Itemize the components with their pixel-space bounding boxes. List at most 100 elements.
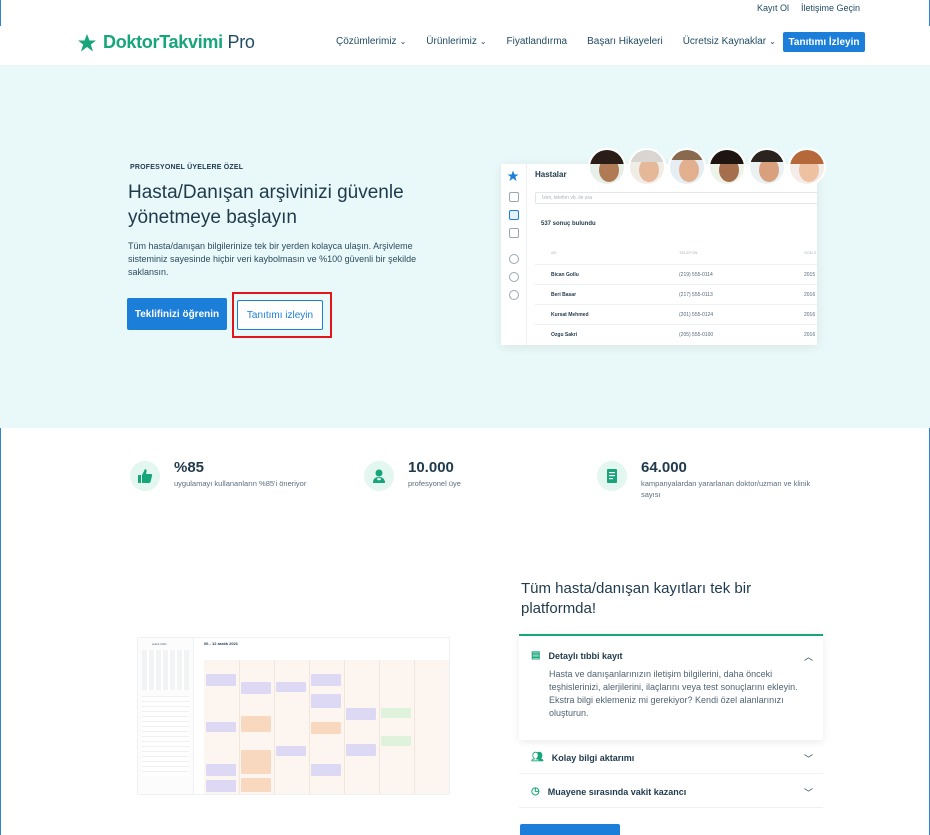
logo-star-icon bbox=[78, 33, 96, 51]
accordion-item-data-transfer[interactable]: 👥︎ Kolay bilgi aktarımı ﹀ bbox=[519, 740, 823, 774]
patient-year: 2015 bbox=[804, 272, 816, 278]
register-link[interactable]: Kayıt Ol bbox=[757, 3, 789, 13]
patient-phone: (219) 555-0114 bbox=[679, 272, 713, 278]
table-row: Kursat Mehmed (201) 555-0124 2016 bbox=[535, 304, 817, 324]
patient-year: 2016 bbox=[804, 292, 816, 298]
hero-eyebrow: PROFESYONEL ÜYELERE ÖZEL bbox=[130, 164, 244, 171]
utility-bar: Kayıt Ol İletişime Geçin bbox=[757, 0, 860, 16]
nav-item-products[interactable]: Ürünlerimiz ⌄ bbox=[426, 36, 486, 47]
patients-mockup: Hastalar İsim, telefon vb. ile ara 537 s… bbox=[501, 164, 817, 345]
accordion-header[interactable]: 👥︎ Kolay bilgi aktarımı bbox=[531, 752, 634, 763]
watch-demo-button[interactable]: Tanıtımı izleyin bbox=[237, 300, 323, 330]
avatar bbox=[708, 148, 746, 186]
nav-item-label: Başarı Hikayeleri bbox=[587, 36, 663, 47]
patient-name: Ozgu Sakri bbox=[551, 332, 578, 338]
patients-icon bbox=[509, 210, 519, 220]
stat-members: 10.000 profesyonel üye bbox=[364, 459, 461, 491]
get-offer-button[interactable]: Teklifinizi öğrenin bbox=[127, 298, 227, 330]
calendar-icon bbox=[509, 192, 519, 202]
nav-item-pricing[interactable]: Fiyatlandırma bbox=[507, 36, 568, 47]
avatar bbox=[788, 148, 826, 186]
mockup-title: Hastalar bbox=[535, 170, 567, 179]
patient-avatars bbox=[588, 148, 826, 186]
chat-icon bbox=[509, 272, 519, 282]
chevron-down-icon[interactable]: ﹀ bbox=[804, 752, 813, 765]
accordion-header[interactable]: ▤ Detaylı tıbbi kayıt bbox=[531, 650, 622, 661]
table-row: Beri Basar (217) 555-0113 2016 bbox=[535, 284, 817, 304]
col-last: SON Z bbox=[804, 250, 817, 255]
chevron-down-icon: ⌄ bbox=[479, 37, 487, 46]
patient-name: Kursat Mehmed bbox=[551, 312, 589, 318]
calendar-grid bbox=[204, 660, 449, 794]
stat-label: kampanyalardan yararlanan doktor/uzman v… bbox=[641, 479, 811, 499]
patient-phone: (201) 555-0124 bbox=[679, 312, 714, 318]
logo[interactable]: DoktorTakvimi Pro bbox=[77, 32, 255, 53]
patient-phone: (217) 555-0113 bbox=[679, 292, 713, 298]
clipboard-icon: ▤ bbox=[531, 650, 541, 661]
accordion-body: Hasta ve danışanlarınızın iletişim bilgi… bbox=[549, 669, 798, 718]
settings-icon bbox=[509, 290, 519, 300]
stat-label: uygulamayı kullananların %85'i öneriyor bbox=[174, 479, 307, 488]
col-name: AD bbox=[551, 250, 557, 255]
nav-item-solutions[interactable]: Çözümlerimiz ⌄ bbox=[336, 36, 406, 47]
stat-value: %85 bbox=[174, 459, 205, 476]
mockup-result-count: 537 sonuç bulundu bbox=[541, 221, 596, 227]
avatar bbox=[628, 148, 666, 186]
nav-item-label: Ücretsiz Kaynaklar bbox=[682, 36, 767, 47]
table-row: Ozgu Sakri (205) 555-0100 2016 bbox=[535, 324, 817, 344]
logo-text: DoktorTakvimi Pro bbox=[103, 32, 255, 53]
bottom-cta-button[interactable] bbox=[520, 824, 620, 835]
contact-link[interactable]: İletişime Geçin bbox=[801, 3, 860, 13]
chevron-down-icon[interactable]: ﹀ bbox=[804, 786, 813, 799]
calendar-month: aralık 2021 bbox=[152, 642, 167, 646]
nav-item-label: Çözümlerimiz bbox=[336, 36, 397, 47]
logo-main: DoktorTakvimi bbox=[103, 32, 223, 52]
thumbs-up-icon bbox=[130, 461, 160, 491]
accordion-item-save-time[interactable]: ◷ Muayene sırasında vakit kazancı ﹀ bbox=[519, 774, 823, 808]
chevron-up-icon[interactable]: ︿ bbox=[804, 650, 813, 663]
calendar-mockup: aralık 2021 06 - 12 aralık 2021 bbox=[137, 637, 450, 795]
accordion-item-medical-record[interactable]: ▤ Detaylı tıbbi kayıt ︿ Hasta ve danışan… bbox=[519, 634, 823, 740]
hero-title: Hasta/Danışan arşivinizi güvenle yönetme… bbox=[128, 182, 404, 228]
nav-item-free-resources[interactable]: Ücretsiz Kaynaklar ⌄ bbox=[683, 36, 776, 47]
mockup-sidebar bbox=[501, 164, 527, 345]
accordion-label: Kolay bilgi aktarımı bbox=[551, 752, 635, 763]
avatar bbox=[748, 148, 786, 186]
stat-recommend: %85 uygulamayı kullananların %85'i öneri… bbox=[130, 459, 306, 491]
patient-phone: (205) 555-0100 bbox=[679, 332, 714, 338]
stat-value: 64.000 bbox=[641, 459, 687, 476]
calendar-range: 06 - 12 aralık 2021 bbox=[204, 641, 239, 646]
user-icon bbox=[509, 254, 519, 264]
doctor-icon bbox=[364, 461, 394, 491]
stat-value: 10.000 bbox=[408, 459, 454, 476]
patient-name: Bican Gollu bbox=[551, 272, 579, 278]
table-row: Bican Gollu (219) 555-0114 2015 bbox=[535, 264, 817, 284]
accordion-header[interactable]: ◷ Muayene sırasında vakit kazancı bbox=[531, 786, 686, 797]
patient-year: 2016 bbox=[804, 332, 816, 338]
hero-description: Tüm hasta/danışan bilgilerinize tek bir … bbox=[128, 241, 417, 277]
avatar bbox=[588, 148, 626, 186]
main-nav: DoktorTakvimi Pro Çözümlerimiz ⌄ Ürünleri… bbox=[0, 26, 930, 66]
hero-section: PROFESYONEL ÜYELERE ÖZEL Hasta/Danışan a… bbox=[0, 66, 930, 428]
watch-demo-nav-button[interactable]: Tanıtımı İzleyin bbox=[783, 32, 865, 52]
nav-item-label: Ürünlerimiz bbox=[426, 36, 477, 47]
mockup-search: İsim, telefon vb. ile ara bbox=[535, 192, 817, 204]
users-icon: 👥︎ bbox=[531, 752, 544, 763]
logo-star-icon bbox=[507, 170, 519, 182]
col-phone: TELEFON bbox=[679, 250, 698, 255]
avatar bbox=[668, 148, 706, 186]
chevron-down-icon: ⌄ bbox=[399, 37, 407, 46]
chevron-down-icon: ⌄ bbox=[769, 37, 776, 46]
accordion-label: Detaylı tıbbi kayıt bbox=[548, 650, 623, 661]
send-icon bbox=[509, 228, 519, 238]
accordion-label: Muayene sırasında vakit kazancı bbox=[547, 786, 687, 797]
nav-item-success-stories[interactable]: Başarı Hikayeleri bbox=[587, 36, 663, 47]
stat-campaigns: 64.000 kampanyalardan yararlanan doktor/… bbox=[597, 459, 827, 500]
calendar-sidebar: aralık 2021 bbox=[138, 638, 194, 794]
logo-pro: Pro bbox=[227, 32, 255, 52]
stat-label: profesyonel üye bbox=[408, 479, 461, 488]
features-title: Tüm hasta/danışan kayıtları tek bir plat… bbox=[521, 580, 752, 617]
nav-menu: Çözümlerimiz ⌄ Ürünlerimiz ⌄ Fiyatlandırma… bbox=[336, 36, 776, 47]
patient-year: 2016 bbox=[804, 312, 816, 318]
document-icon bbox=[597, 461, 627, 491]
